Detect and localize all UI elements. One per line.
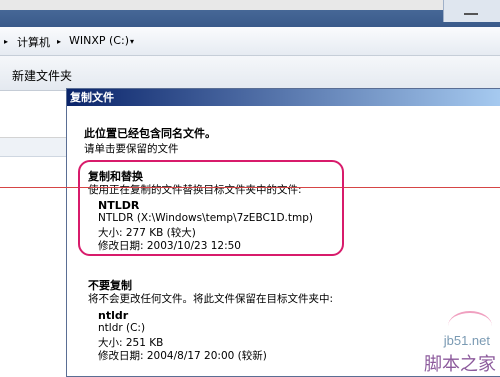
breadcrumb-arrow[interactable]: ▸ [57,34,61,47]
address-bar[interactable]: ▸ 计算机 ▸ WINXP (C:) ▾ [0,27,500,56]
conflict-instruction: 请单击要保留的文件 [84,143,179,155]
target-file-name: ntldr [98,309,129,322]
minimize-button[interactable] [443,0,500,22]
target-file-modified: 修改日期: 2004/8/17 20:00 (较新) [98,350,267,362]
dialog-title: 复制文件 [67,89,500,106]
toolbar: 新建文件夹 [0,56,500,91]
navigation-pane[interactable] [0,91,66,138]
target-file-path: ntldr (C:) [98,322,146,334]
breadcrumb-drive[interactable]: WINXP (C:) [69,34,129,47]
highlight-annotation [78,160,344,256]
window-title-strip [0,0,500,27]
dont-copy-description: 将不会更改任何文件。将此文件保留在目标文件夹中: [88,293,334,305]
watermark-name: 脚本之家 [424,354,496,375]
breadcrumb-computer[interactable]: 计算机 [17,34,50,50]
breadcrumb-root-arrow[interactable]: ▸ [4,34,8,47]
title-strip-highlight [0,0,500,10]
navigation-pane-item[interactable] [0,138,66,157]
watermark-url: jb51.net [443,333,490,348]
breadcrumb-dropdown-arrow[interactable]: ▾ [130,34,134,47]
conflict-heading: 此位置已经包含同名文件。 [84,127,216,140]
new-folder-button[interactable]: 新建文件夹 [12,67,72,84]
